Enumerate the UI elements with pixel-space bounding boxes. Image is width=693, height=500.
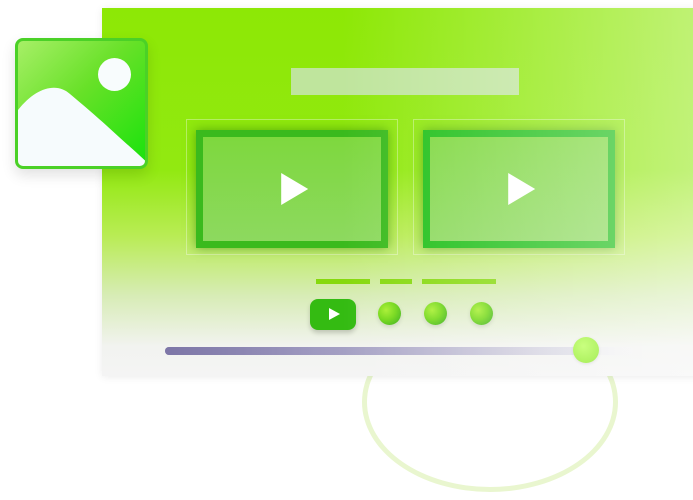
video-thumbnail-frame-right	[413, 119, 625, 255]
youtube-play-icon	[329, 308, 340, 320]
caption-line-2	[380, 279, 412, 284]
image-icon-card	[15, 38, 148, 169]
control-dot-2[interactable]	[424, 302, 447, 325]
control-dot-3[interactable]	[470, 302, 493, 325]
video-thumbnail-left[interactable]	[196, 130, 388, 248]
window-title-bar	[291, 68, 519, 95]
youtube-button[interactable]	[310, 299, 356, 330]
caption-line-1	[316, 279, 370, 284]
progress-bar-track[interactable]	[165, 347, 633, 355]
marketing-illustration	[0, 0, 693, 500]
play-icon[interactable]	[508, 173, 536, 205]
image-icon-mountain	[18, 87, 145, 166]
video-thumbnail-frame-left	[186, 119, 398, 255]
caption-line-3	[422, 279, 496, 284]
video-player-window	[102, 8, 693, 376]
play-icon[interactable]	[281, 173, 309, 205]
control-dot-1[interactable]	[378, 302, 401, 325]
video-thumbnail-right[interactable]	[423, 130, 615, 248]
progress-bar-fill	[165, 347, 587, 355]
progress-bar-knob[interactable]	[573, 337, 600, 363]
